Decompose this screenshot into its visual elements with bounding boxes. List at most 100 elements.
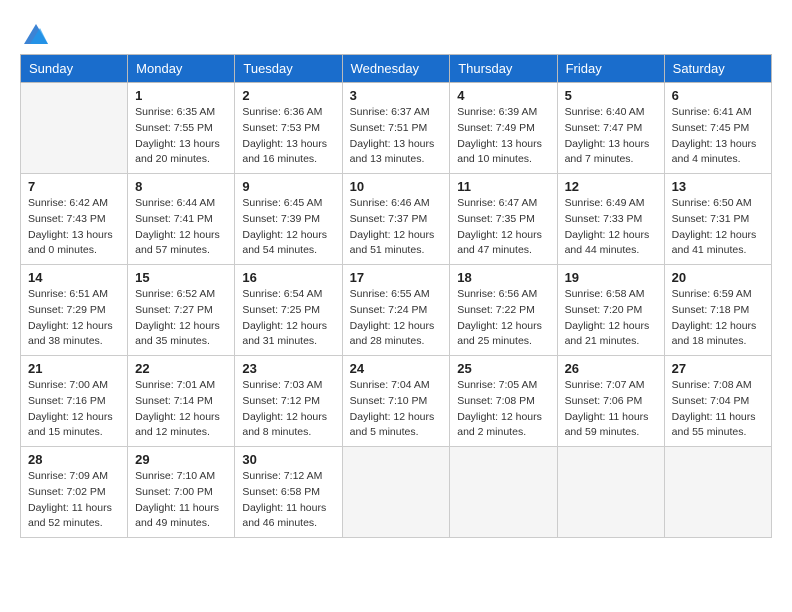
day-number: 20 xyxy=(672,270,764,285)
day-info: Sunrise: 7:03 AMSunset: 7:12 PMDaylight:… xyxy=(242,378,334,441)
calendar-header-row: SundayMondayTuesdayWednesdayThursdayFrid… xyxy=(21,55,772,83)
calendar-cell: 24 Sunrise: 7:04 AMSunset: 7:10 PMDayligh… xyxy=(342,356,450,447)
day-number: 4 xyxy=(457,88,549,103)
day-info: Sunrise: 6:42 AMSunset: 7:43 PMDaylight:… xyxy=(28,196,120,259)
calendar-cell: 5 Sunrise: 6:40 AMSunset: 7:47 PMDaylight… xyxy=(557,83,664,174)
day-info: Sunrise: 6:41 AMSunset: 7:45 PMDaylight:… xyxy=(672,105,764,168)
day-number: 29 xyxy=(135,452,227,467)
day-number: 28 xyxy=(28,452,120,467)
day-number: 14 xyxy=(28,270,120,285)
col-header-sunday: Sunday xyxy=(21,55,128,83)
col-header-thursday: Thursday xyxy=(450,55,557,83)
day-info: Sunrise: 7:08 AMSunset: 7:04 PMDaylight:… xyxy=(672,378,764,441)
calendar-cell: 8 Sunrise: 6:44 AMSunset: 7:41 PMDaylight… xyxy=(128,174,235,265)
calendar-cell xyxy=(557,447,664,538)
day-info: Sunrise: 6:50 AMSunset: 7:31 PMDaylight:… xyxy=(672,196,764,259)
day-number: 13 xyxy=(672,179,764,194)
day-number: 26 xyxy=(565,361,657,376)
day-number: 7 xyxy=(28,179,120,194)
calendar-cell: 14 Sunrise: 6:51 AMSunset: 7:29 PMDayligh… xyxy=(21,265,128,356)
week-row-2: 7 Sunrise: 6:42 AMSunset: 7:43 PMDaylight… xyxy=(21,174,772,265)
day-info: Sunrise: 6:51 AMSunset: 7:29 PMDaylight:… xyxy=(28,287,120,350)
calendar-cell: 10 Sunrise: 6:46 AMSunset: 7:37 PMDayligh… xyxy=(342,174,450,265)
day-info: Sunrise: 6:56 AMSunset: 7:22 PMDaylight:… xyxy=(457,287,549,350)
day-number: 9 xyxy=(242,179,334,194)
day-info: Sunrise: 7:10 AMSunset: 7:00 PMDaylight:… xyxy=(135,469,227,532)
calendar-cell: 23 Sunrise: 7:03 AMSunset: 7:12 PMDayligh… xyxy=(235,356,342,447)
day-info: Sunrise: 6:35 AMSunset: 7:55 PMDaylight:… xyxy=(135,105,227,168)
day-info: Sunrise: 6:36 AMSunset: 7:53 PMDaylight:… xyxy=(242,105,334,168)
day-info: Sunrise: 6:46 AMSunset: 7:37 PMDaylight:… xyxy=(350,196,443,259)
calendar-cell: 18 Sunrise: 6:56 AMSunset: 7:22 PMDayligh… xyxy=(450,265,557,356)
day-info: Sunrise: 6:45 AMSunset: 7:39 PMDaylight:… xyxy=(242,196,334,259)
day-info: Sunrise: 6:59 AMSunset: 7:18 PMDaylight:… xyxy=(672,287,764,350)
calendar-cell: 7 Sunrise: 6:42 AMSunset: 7:43 PMDaylight… xyxy=(21,174,128,265)
day-number: 19 xyxy=(565,270,657,285)
calendar-cell xyxy=(450,447,557,538)
calendar-cell: 17 Sunrise: 6:55 AMSunset: 7:24 PMDayligh… xyxy=(342,265,450,356)
day-number: 27 xyxy=(672,361,764,376)
logo-icon xyxy=(22,20,50,48)
calendar-cell xyxy=(21,83,128,174)
week-row-5: 28 Sunrise: 7:09 AMSunset: 7:02 PMDayligh… xyxy=(21,447,772,538)
day-number: 2 xyxy=(242,88,334,103)
calendar-cell: 3Sunrise: 6:37 AMSunset: 7:51 PMDaylight… xyxy=(342,83,450,174)
calendar-cell: 25 Sunrise: 7:05 AMSunset: 7:08 PMDayligh… xyxy=(450,356,557,447)
day-info: Sunrise: 6:49 AMSunset: 7:33 PMDaylight:… xyxy=(565,196,657,259)
calendar-cell: 12 Sunrise: 6:49 AMSunset: 7:33 PMDayligh… xyxy=(557,174,664,265)
day-number: 11 xyxy=(457,179,549,194)
calendar-cell xyxy=(664,447,771,538)
calendar-cell: 26Sunrise: 7:07 AMSunset: 7:06 PMDayligh… xyxy=(557,356,664,447)
calendar-cell: 9 Sunrise: 6:45 AMSunset: 7:39 PMDaylight… xyxy=(235,174,342,265)
calendar-cell: 6 Sunrise: 6:41 AMSunset: 7:45 PMDaylight… xyxy=(664,83,771,174)
calendar-table: SundayMondayTuesdayWednesdayThursdayFrid… xyxy=(20,54,772,538)
calendar-cell: 16 Sunrise: 6:54 AMSunset: 7:25 PMDayligh… xyxy=(235,265,342,356)
calendar-cell: 29 Sunrise: 7:10 AMSunset: 7:00 PMDayligh… xyxy=(128,447,235,538)
page: SundayMondayTuesdayWednesdayThursdayFrid… xyxy=(0,0,792,556)
day-number: 1 xyxy=(135,88,227,103)
day-number: 10 xyxy=(350,179,443,194)
day-number: 22 xyxy=(135,361,227,376)
calendar-cell: 28 Sunrise: 7:09 AMSunset: 7:02 PMDayligh… xyxy=(21,447,128,538)
calendar-cell: 11 Sunrise: 6:47 AMSunset: 7:35 PMDayligh… xyxy=(450,174,557,265)
day-number: 15 xyxy=(135,270,227,285)
col-header-monday: Monday xyxy=(128,55,235,83)
day-number: 5 xyxy=(565,88,657,103)
calendar-cell: 13 Sunrise: 6:50 AMSunset: 7:31 PMDayligh… xyxy=(664,174,771,265)
col-header-saturday: Saturday xyxy=(664,55,771,83)
day-number: 30 xyxy=(242,452,334,467)
day-info: Sunrise: 7:05 AMSunset: 7:08 PMDaylight:… xyxy=(457,378,549,441)
week-row-4: 21Sunrise: 7:00 AMSunset: 7:16 PMDayligh… xyxy=(21,356,772,447)
day-info: Sunrise: 7:12 AMSunset: 6:58 PMDaylight:… xyxy=(242,469,334,532)
calendar-cell: 1 Sunrise: 6:35 AMSunset: 7:55 PMDaylight… xyxy=(128,83,235,174)
day-number: 6 xyxy=(672,88,764,103)
calendar-cell: 15 Sunrise: 6:52 AMSunset: 7:27 PMDayligh… xyxy=(128,265,235,356)
day-number: 12 xyxy=(565,179,657,194)
day-info: Sunrise: 7:01 AMSunset: 7:14 PMDaylight:… xyxy=(135,378,227,441)
day-number: 24 xyxy=(350,361,443,376)
day-info: Sunrise: 6:52 AMSunset: 7:27 PMDaylight:… xyxy=(135,287,227,350)
col-header-wednesday: Wednesday xyxy=(342,55,450,83)
col-header-tuesday: Tuesday xyxy=(235,55,342,83)
day-info: Sunrise: 6:58 AMSunset: 7:20 PMDaylight:… xyxy=(565,287,657,350)
day-info: Sunrise: 7:09 AMSunset: 7:02 PMDaylight:… xyxy=(28,469,120,532)
day-info: Sunrise: 6:40 AMSunset: 7:47 PMDaylight:… xyxy=(565,105,657,168)
day-info: Sunrise: 7:04 AMSunset: 7:10 PMDaylight:… xyxy=(350,378,443,441)
day-info: Sunrise: 6:54 AMSunset: 7:25 PMDaylight:… xyxy=(242,287,334,350)
day-info: Sunrise: 6:47 AMSunset: 7:35 PMDaylight:… xyxy=(457,196,549,259)
day-number: 21 xyxy=(28,361,120,376)
header xyxy=(20,18,772,46)
day-number: 23 xyxy=(242,361,334,376)
day-number: 8 xyxy=(135,179,227,194)
calendar-cell: 30 Sunrise: 7:12 AMSunset: 6:58 PMDayligh… xyxy=(235,447,342,538)
day-info: Sunrise: 6:37 AMSunset: 7:51 PMDaylight:… xyxy=(350,105,443,168)
day-number: 25 xyxy=(457,361,549,376)
calendar-cell: 20 Sunrise: 6:59 AMSunset: 7:18 PMDayligh… xyxy=(664,265,771,356)
calendar-cell: 22 Sunrise: 7:01 AMSunset: 7:14 PMDayligh… xyxy=(128,356,235,447)
day-number: 17 xyxy=(350,270,443,285)
day-number: 18 xyxy=(457,270,549,285)
week-row-1: 1 Sunrise: 6:35 AMSunset: 7:55 PMDaylight… xyxy=(21,83,772,174)
day-number: 16 xyxy=(242,270,334,285)
day-info: Sunrise: 6:44 AMSunset: 7:41 PMDaylight:… xyxy=(135,196,227,259)
day-info: Sunrise: 6:55 AMSunset: 7:24 PMDaylight:… xyxy=(350,287,443,350)
